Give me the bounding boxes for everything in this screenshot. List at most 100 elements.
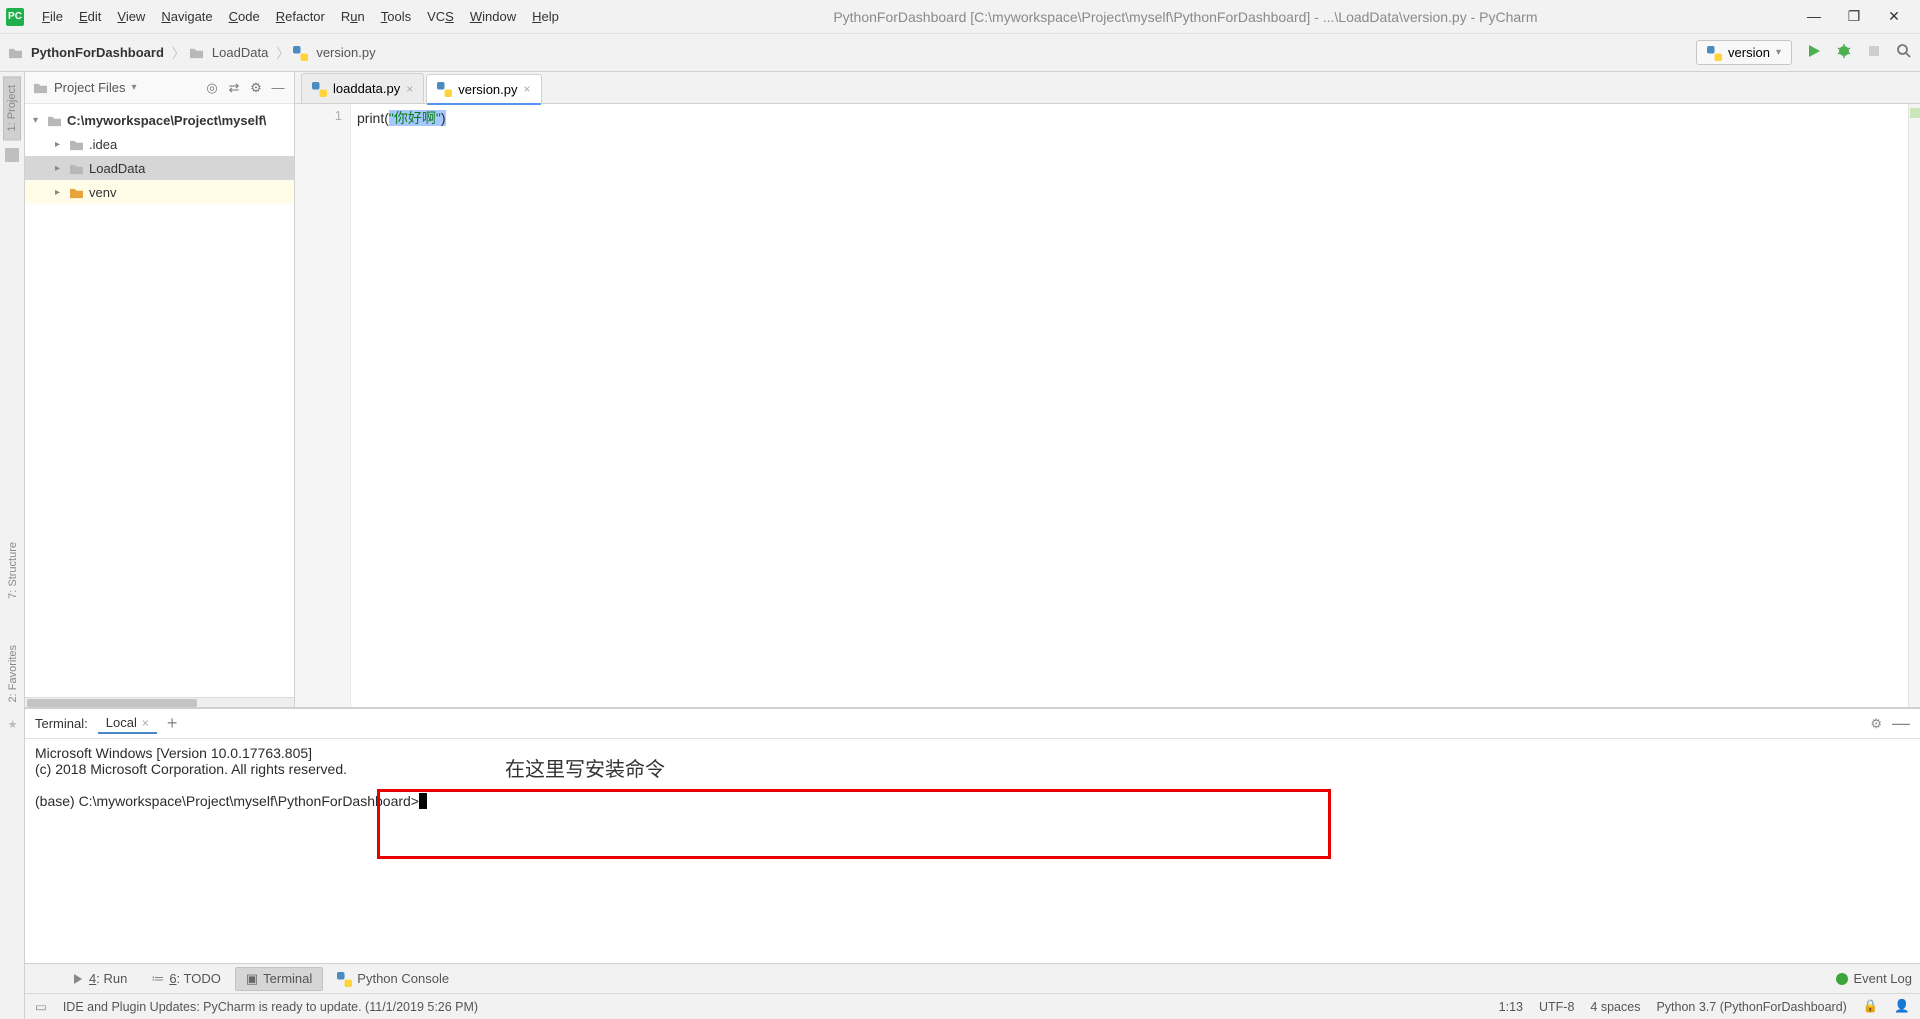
status-encoding[interactable]: UTF-8 — [1539, 1000, 1574, 1014]
menu-bar: PC File Edit View Navigate Code Refactor… — [0, 0, 1920, 34]
terminal-tool-window: Terminal: Local× + ⚙ — Microsoft Windows… — [25, 708, 1920, 963]
folder-icon — [189, 45, 204, 60]
project-view-label[interactable]: Project Files — [54, 80, 126, 95]
menu-navigate[interactable]: Navigate — [153, 5, 220, 28]
inspection-ok-icon[interactable] — [1910, 108, 1920, 118]
debug-button-icon[interactable] — [1836, 43, 1852, 62]
breadcrumb-sep: 〉 — [172, 43, 185, 62]
sidebar-square-icon[interactable] — [5, 148, 19, 162]
menu-window[interactable]: Window — [462, 5, 524, 28]
tree-item-idea[interactable]: ▸ .idea — [25, 132, 294, 156]
run-config-selector[interactable]: version ▾ — [1696, 40, 1792, 64]
python-file-icon — [437, 81, 452, 97]
terminal-tab-local[interactable]: Local× — [98, 713, 157, 734]
message-icon[interactable]: ▭ — [35, 999, 47, 1014]
terminal-line: (c) 2018 Microsoft Corporation. All righ… — [35, 761, 1910, 777]
menu-file[interactable]: File — [34, 5, 71, 28]
inspector-icon[interactable]: 👤 — [1894, 999, 1910, 1014]
project-tool-window: Project Files ▾ ◎ ⇄ ⚙ — ▾ C:\myworkspace… — [25, 72, 295, 707]
python-icon — [337, 970, 352, 986]
tab-version[interactable]: version.py × — [426, 74, 541, 104]
terminal-label: Terminal: — [35, 716, 88, 731]
run-config-label: version — [1728, 45, 1770, 60]
bottom-tool-strip: 4: Run ≔6: TODO ▣Terminal Python Console… — [25, 963, 1920, 993]
arrow-right-icon[interactable]: ▸ — [55, 139, 69, 150]
status-message[interactable]: IDE and Plugin Updates: PyCharm is ready… — [63, 1000, 478, 1014]
horizontal-scrollbar[interactable] — [25, 697, 294, 707]
hide-icon[interactable]: — — [270, 80, 286, 95]
breadcrumb-sep: 〉 — [276, 43, 289, 62]
tree-item-venv[interactable]: ▸ venv — [25, 180, 294, 204]
run-button-icon[interactable] — [1806, 43, 1822, 62]
folder-icon — [69, 136, 85, 151]
line-number-gutter: 1 — [295, 104, 351, 707]
expand-all-icon[interactable]: ⇄ — [226, 80, 242, 96]
code-editor[interactable]: 1 print("你好啊") — [295, 104, 1920, 707]
sidebar-tab-structure[interactable]: 7: Structure — [5, 534, 21, 607]
search-everywhere-icon[interactable] — [1896, 43, 1912, 62]
annotation-text: 在这里写安装命令 — [505, 753, 665, 782]
breadcrumb-root[interactable]: PythonForDashboard — [27, 43, 168, 62]
folder-icon — [47, 112, 63, 127]
chevron-down-icon[interactable]: ▾ — [132, 82, 137, 93]
breadcrumb-folder[interactable]: LoadData — [208, 43, 272, 62]
menu-tools[interactable]: Tools — [373, 5, 419, 28]
status-position[interactable]: 1:13 — [1499, 1000, 1523, 1014]
annotation-highlight-box — [377, 789, 1331, 859]
navigation-toolbar: PythonForDashboard 〉 LoadData 〉 version.… — [0, 34, 1920, 72]
star-icon[interactable]: ★ — [8, 718, 18, 731]
arrow-right-icon[interactable]: ▸ — [55, 187, 69, 198]
project-tree[interactable]: ▾ C:\myworkspace\Project\myself\ ▸ .idea… — [25, 104, 294, 697]
lock-icon[interactable]: 🔒 — [1863, 999, 1879, 1014]
add-terminal-icon[interactable]: + — [167, 713, 178, 734]
tree-root[interactable]: ▾ C:\myworkspace\Project\myself\ — [25, 108, 294, 132]
close-icon[interactable]: × — [406, 82, 413, 96]
menu-code[interactable]: Code — [221, 5, 268, 28]
hide-icon[interactable]: — — [1892, 713, 1910, 734]
project-pane-header: Project Files ▾ ◎ ⇄ ⚙ — — [25, 72, 294, 104]
status-interpreter[interactable]: Python 3.7 (PythonForDashboard) — [1656, 1000, 1846, 1014]
stop-button-icon[interactable] — [1866, 43, 1882, 62]
terminal-header: Terminal: Local× + ⚙ — — [25, 709, 1920, 739]
event-log-button[interactable]: Event Log — [1836, 971, 1912, 986]
folder-icon — [33, 80, 48, 95]
locate-icon[interactable]: ◎ — [204, 80, 220, 96]
editor-right-gutter — [1908, 104, 1920, 707]
code-content[interactable]: print("你好啊") — [351, 104, 1908, 707]
toolwindow-python-console[interactable]: Python Console — [327, 967, 459, 989]
close-icon[interactable]: × — [524, 82, 531, 96]
menu-run[interactable]: Run — [333, 5, 373, 28]
arrow-right-icon[interactable]: ▸ — [55, 163, 69, 174]
editor-area: loaddata.py × version.py × 1 print("你好啊"… — [295, 72, 1920, 707]
menu-vcs[interactable]: VCS — [419, 5, 462, 28]
terminal-body[interactable]: Microsoft Windows [Version 10.0.17763.80… — [25, 739, 1920, 963]
gear-icon[interactable]: ⚙ — [248, 80, 264, 96]
menu-refactor[interactable]: Refactor — [268, 5, 333, 28]
tree-item-loaddata[interactable]: ▸ LoadData — [25, 156, 294, 180]
breadcrumb-file[interactable]: version.py — [312, 43, 379, 62]
toolwindow-todo[interactable]: ≔6: TODO — [141, 968, 231, 990]
notification-dot-icon — [1836, 973, 1848, 985]
close-icon[interactable]: × — [142, 716, 149, 730]
tab-label: loaddata.py — [333, 81, 400, 96]
window-close-icon[interactable]: ✕ — [1884, 8, 1904, 25]
window-minimize-icon[interactable]: — — [1804, 8, 1824, 25]
folder-icon — [8, 45, 23, 60]
status-indent[interactable]: 4 spaces — [1590, 1000, 1640, 1014]
menu-help[interactable]: Help — [524, 5, 567, 28]
tab-loaddata[interactable]: loaddata.py × — [301, 73, 424, 103]
status-bar: ▭ IDE and Plugin Updates: PyCharm is rea… — [25, 993, 1920, 1019]
python-file-icon — [293, 44, 308, 60]
window-maximize-icon[interactable]: ❐ — [1844, 8, 1864, 25]
python-file-icon — [312, 80, 327, 96]
arrow-down-icon[interactable]: ▾ — [33, 115, 47, 126]
gear-icon[interactable]: ⚙ — [1870, 716, 1882, 732]
sidebar-tab-favorites[interactable]: 2: Favorites — [5, 637, 21, 710]
menu-view[interactable]: View — [109, 5, 153, 28]
sidebar-tab-project[interactable]: 1: Project — [3, 76, 21, 140]
toolwindow-terminal[interactable]: ▣Terminal — [235, 967, 323, 991]
menu-edit[interactable]: Edit — [71, 5, 109, 28]
terminal-line: Microsoft Windows [Version 10.0.17763.80… — [35, 745, 1910, 761]
toolwindow-run[interactable]: 4: Run — [62, 968, 137, 989]
python-file-icon — [1707, 44, 1722, 60]
